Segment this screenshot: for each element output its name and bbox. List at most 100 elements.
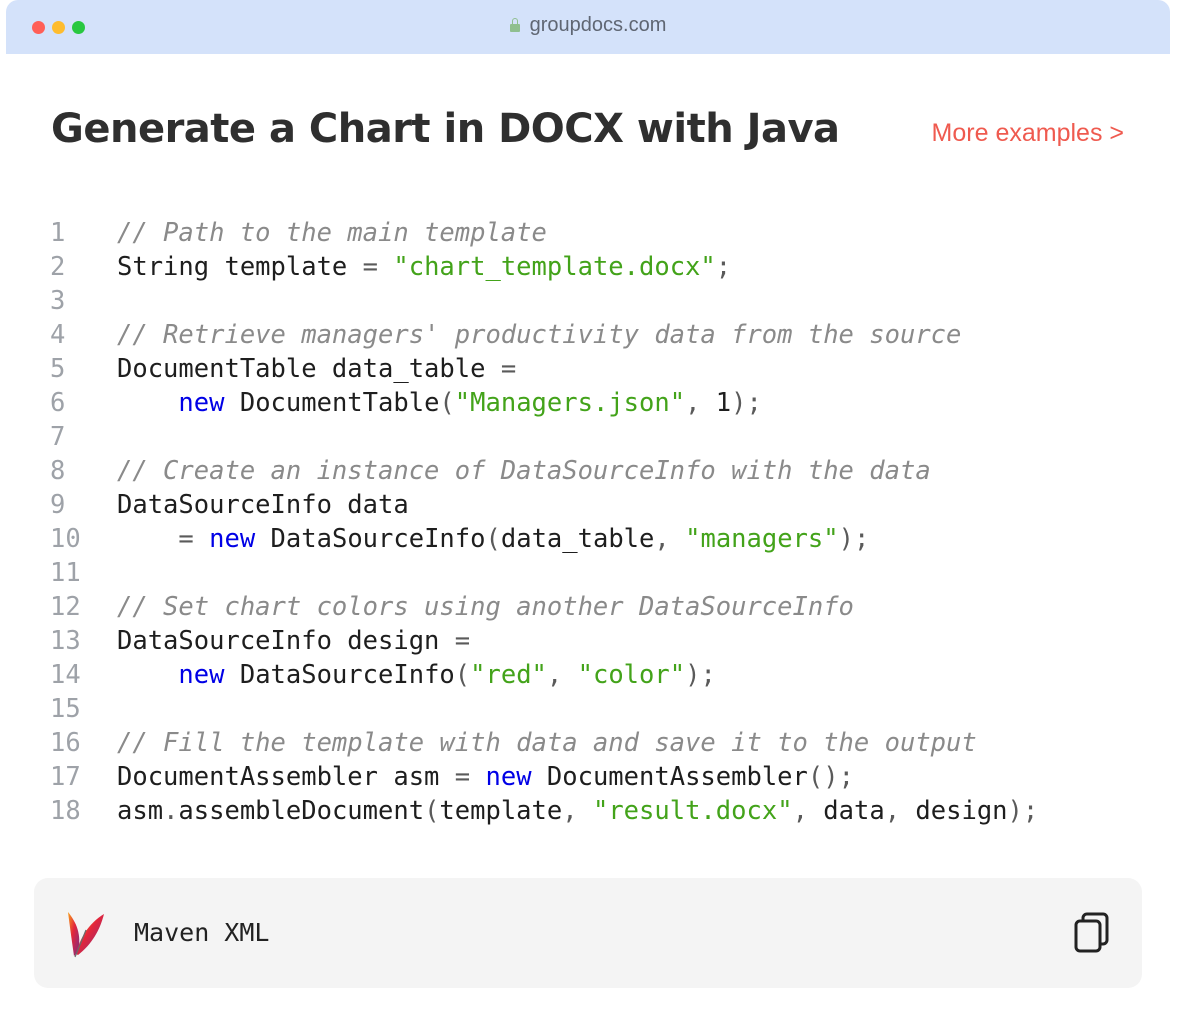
code-token: new <box>209 524 256 554</box>
code-token: = <box>454 762 486 792</box>
code-token: , <box>562 796 593 826</box>
code-line: 14 new DataSourceInfo("red", "color"); <box>6 658 1170 692</box>
maven-xml-panel[interactable]: Maven XML <box>34 878 1142 988</box>
code-token: // Set chart colors using another DataSo… <box>117 592 854 622</box>
code-line: 9 DataSourceInfo data <box>6 488 1170 522</box>
code-token: DocumentTable data_table <box>117 354 501 384</box>
line-number: 8 <box>50 456 66 486</box>
line-number: 5 <box>50 354 66 384</box>
code-token: "managers" <box>685 524 839 554</box>
code-token: data_table <box>500 524 655 554</box>
code-line: 12 // Set chart colors using another Data… <box>6 590 1170 624</box>
code-token: , <box>884 796 916 826</box>
more-examples-link[interactable]: More examples > <box>932 119 1124 148</box>
line-number: 7 <box>50 422 66 452</box>
code-token: "Managers.json" <box>454 388 686 418</box>
code-token: . <box>163 796 179 826</box>
code-token: = <box>362 252 394 282</box>
line-number: 1 <box>50 218 66 248</box>
line-number: 15 <box>50 694 81 724</box>
browser-window: groupdocs.com Generate a Chart in DOCX w… <box>6 0 1170 1021</box>
code-text: DataSourceInfo data <box>117 488 409 522</box>
code-token: ( <box>485 524 501 554</box>
browser-titlebar: groupdocs.com <box>6 0 1170 54</box>
code-text: // Path to the main template <box>117 216 547 250</box>
apache-feather-icon <box>68 912 104 958</box>
code-token: ( <box>454 660 471 690</box>
code-line: 4 // Retrieve managers' productivity data… <box>6 318 1170 352</box>
code-line: 6 new DocumentTable("Managers.json", 1); <box>6 386 1170 420</box>
code-token: "color" <box>577 660 686 690</box>
code-text: DataSourceInfo design = <box>117 624 470 658</box>
code-token: DataSourceInfo <box>255 524 486 554</box>
code-token: // Fill the template with data and save … <box>117 728 977 758</box>
line-number: 11 <box>50 558 81 588</box>
code-token: // Create an instance of DataSourceInfo … <box>117 456 931 486</box>
page-title: Generate a Chart in DOCX with Java <box>51 106 840 152</box>
code-text: // Create an instance of DataSourceInfo … <box>117 454 931 488</box>
code-token: DocumentAssembler asm <box>117 762 455 792</box>
line-number: 2 <box>50 252 66 282</box>
code-token: , <box>685 388 716 418</box>
code-token: DataSourceInfo <box>224 660 455 690</box>
code-token: = <box>500 354 517 384</box>
code-token: design <box>915 796 1008 826</box>
code-token: , <box>546 660 578 690</box>
code-text: // Set chart colors using another DataSo… <box>117 590 854 624</box>
code-token: template <box>439 796 563 826</box>
line-number: 3 <box>50 286 66 316</box>
code-token: = <box>454 626 471 656</box>
code-token: DataSourceInfo design <box>117 626 455 656</box>
code-token: new <box>178 388 225 418</box>
code-token: "chart_template.docx" <box>393 252 716 282</box>
code-token: ); <box>1007 796 1039 826</box>
code-block: 1 // Path to the main template 2 String tem… <box>6 216 1170 828</box>
line-number: 10 <box>50 524 81 554</box>
code-line: 18 asm.assembleDocument(template, "result… <box>6 794 1170 828</box>
code-line: 17 DocumentAssembler asm = new DocumentAs… <box>6 760 1170 794</box>
code-line: 15 <box>6 692 1170 726</box>
code-text: // Retrieve managers' productivity data … <box>117 318 961 352</box>
line-number: 16 <box>50 728 81 758</box>
code-line: 11 <box>6 556 1170 590</box>
address-bar[interactable]: groupdocs.com <box>6 14 1170 37</box>
copy-icon[interactable] <box>1072 911 1112 955</box>
code-line: 13 DataSourceInfo design = <box>6 624 1170 658</box>
code-token: ); <box>685 660 716 690</box>
code-text: asm.assembleDocument(template, "result.d… <box>117 794 1038 828</box>
maven-xml-label: Maven XML <box>134 918 270 947</box>
code-token: data <box>823 796 885 826</box>
line-number: 17 <box>50 762 81 792</box>
code-token: "red" <box>470 660 547 690</box>
code-line: 10 = new DataSourceInfo(data_table, "man… <box>6 522 1170 556</box>
code-text: new DocumentTable("Managers.json", 1); <box>117 386 761 420</box>
code-token: // Path to the main template <box>117 218 547 248</box>
code-token: "result.docx" <box>592 796 793 826</box>
code-token: assembleDocument <box>178 796 425 826</box>
code-line: 5 DocumentTable data_table = <box>6 352 1170 386</box>
line-number: 14 <box>50 660 81 690</box>
code-token: 1 <box>715 388 732 418</box>
line-number: 9 <box>50 490 66 520</box>
code-token: new <box>485 762 532 792</box>
code-text: = new DataSourceInfo(data_table, "manage… <box>117 522 869 556</box>
code-token: ( <box>424 796 440 826</box>
code-token: String template <box>117 252 363 282</box>
code-token: // Retrieve managers' productivity data … <box>117 320 962 350</box>
code-token: ); <box>838 524 870 554</box>
code-token: ( <box>439 388 455 418</box>
line-number: 12 <box>50 592 81 622</box>
code-token: , <box>654 524 686 554</box>
code-line: 7 <box>6 420 1170 454</box>
code-text: new DataSourceInfo("red", "color"); <box>117 658 716 692</box>
code-token: , <box>792 796 824 826</box>
lock-icon <box>509 18 520 32</box>
url-text: groupdocs.com <box>529 14 667 36</box>
line-number: 4 <box>50 320 66 350</box>
line-number: 6 <box>50 388 66 418</box>
code-token: DocumentTable <box>224 388 440 418</box>
line-number: 13 <box>50 626 81 656</box>
line-number: 18 <box>50 796 81 826</box>
